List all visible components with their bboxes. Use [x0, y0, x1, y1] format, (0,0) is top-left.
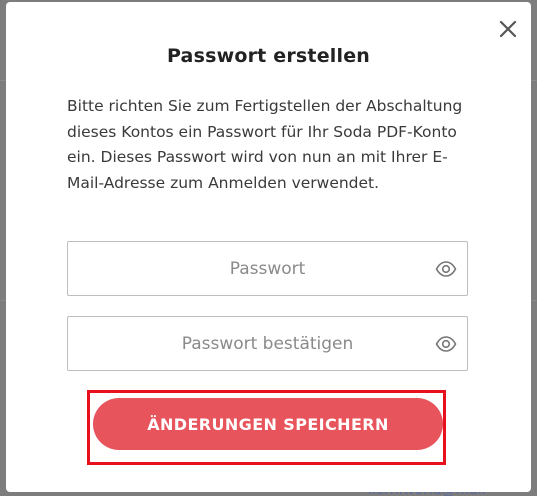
password-field: [67, 241, 468, 296]
close-icon[interactable]: [495, 16, 521, 42]
eye-icon[interactable]: [435, 259, 457, 279]
background-divider: [531, 300, 537, 301]
password-input[interactable]: [68, 242, 467, 295]
confirm-password-input[interactable]: [68, 317, 467, 370]
background-divider: [531, 80, 537, 81]
eye-icon[interactable]: [435, 334, 457, 354]
dialog-title: Passwort erstellen: [166, 45, 371, 67]
dialog-description: Bitte richten Sie zum Fertigstellen der …: [67, 97, 463, 192]
save-changes-button[interactable]: ÄNDERUNGEN SPEICHERN: [93, 398, 443, 450]
confirm-password-field: [67, 316, 468, 371]
create-password-dialog: Passwort erstellen Bitte richten Sie zum…: [6, 2, 531, 492]
